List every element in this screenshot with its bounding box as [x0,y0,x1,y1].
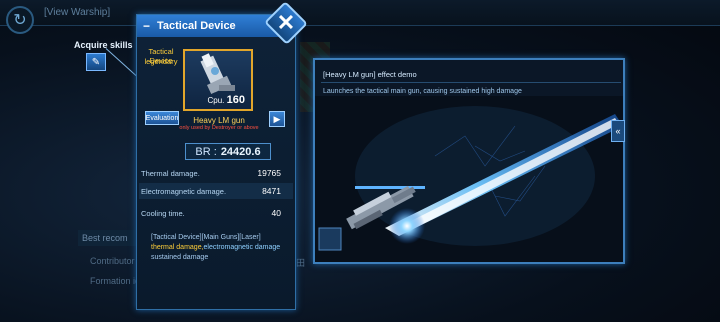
desc-thermal: thermal damage, [151,244,204,251]
back-arrow-icon: ↻ [13,12,27,29]
wrench-icon: ✎ [91,56,101,68]
stat-value: 19765 [257,168,281,178]
evaluation-button[interactable]: Evaluation [145,111,179,125]
back-button[interactable]: ↻ [6,6,34,34]
device-rarity-label: legendary [144,57,178,66]
item-card: Cpu. 160 [183,49,253,111]
stat-value: 8471 [262,186,281,196]
stat-name: Thermal damage. [141,169,200,178]
panel-title: Tactical Device [157,20,236,32]
play-icon: ▶ [273,113,281,124]
stat-row-cooling: Cooling time. 40 [139,205,293,221]
acquire-skills-button[interactable]: ✎ [86,53,106,71]
best-recommend-label: Best recom [78,230,138,246]
tactical-device-panel: − Tactical Device Tactical Device legend… [136,14,296,310]
effect-demo-window: [Heavy LM gun] effect demo Launches the … [313,58,625,264]
stat-row-electromagnetic: Electromagnetic damage. 8471 [139,183,293,199]
minus-icon: − [143,19,151,33]
desc-tags: [Tactical Device][Main Guns][Laser] [151,234,261,241]
br-value: 24420.6 [220,145,261,158]
acquire-skills-label: Acquire skills [74,40,133,50]
collapse-arrow-icon[interactable]: « [611,120,625,142]
play-demo-button[interactable]: ▶ [269,111,285,127]
stat-name: Electromagnetic damage. [141,187,227,196]
cpu-label-text: Cpu. [207,96,225,105]
desc-sustained: sustained damage [151,254,209,261]
cpu-value: 160 [226,94,245,106]
desc-electromagnetic: electromagnetic damage [203,244,281,251]
demo-divider [321,82,621,83]
device-description: [Tactical Device][Main Guns][Laser] ther… [151,233,291,273]
usage-restriction-note: only used by Destroyer or above [179,125,259,131]
laser-beam-scene [315,96,623,262]
close-icon[interactable]: ✕ [270,8,302,38]
stat-value: 40 [271,208,281,218]
background-char: 田 [296,258,306,268]
stat-row-thermal: Thermal damage. 19765 [139,165,293,181]
view-warship-title: [View Warship] [44,7,111,18]
br-rating: BR : 24420.6 [185,143,271,160]
stat-name: Cooling time. [141,209,185,218]
item-name: Heavy LM gun [193,116,245,125]
cpu-label: Cpu. 160 [208,94,246,106]
demo-title: [Heavy LM gun] effect demo [323,70,417,79]
br-label: BR : [195,145,217,158]
demo-description: Launches the tactical main gun, causing … [323,88,522,95]
contributor-label: Contributor [90,256,135,266]
